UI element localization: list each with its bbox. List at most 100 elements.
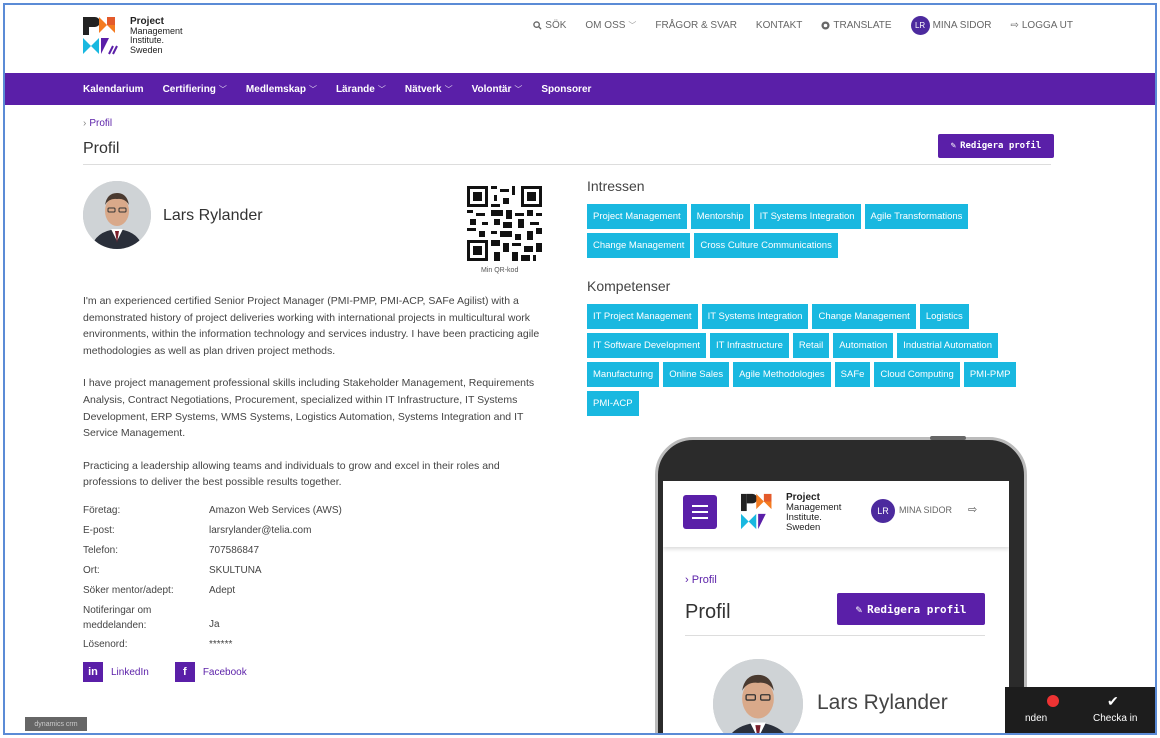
linkedin-link[interactable]: LinkedIn bbox=[111, 667, 149, 678]
bottom-action-bar: nden ✔ Checka in bbox=[1005, 687, 1155, 733]
tag[interactable]: SAFe bbox=[834, 362, 871, 387]
tag[interactable]: Change Management bbox=[587, 233, 691, 258]
facebook-icon[interactable]: f bbox=[174, 662, 195, 682]
nav-label: Sponsorer bbox=[541, 83, 592, 95]
facebook-link[interactable]: Facebook bbox=[203, 667, 247, 678]
tag[interactable]: IT Systems Integration bbox=[701, 304, 809, 329]
chevron-right-icon: › bbox=[685, 574, 692, 586]
logout-link[interactable]: ⇨ LOGGA UT bbox=[1010, 20, 1073, 31]
breadcrumb-label: Profil bbox=[691, 574, 717, 586]
chevron-down-icon: ﹀ bbox=[444, 84, 453, 94]
tag[interactable]: PMI-ACP bbox=[587, 391, 639, 416]
phone-breadcrumb[interactable]: › Profil bbox=[685, 574, 717, 586]
phone-screen: Project Management Institute. Sweden LR … bbox=[663, 481, 1009, 733]
pencil-icon: ✎ bbox=[855, 602, 863, 616]
detail-value: Amazon Web Services (AWS) bbox=[209, 505, 342, 516]
tag[interactable]: IT Project Management bbox=[587, 304, 698, 329]
tag[interactable]: Automation bbox=[833, 333, 894, 358]
nav-sponsorer[interactable]: Sponsorer bbox=[541, 84, 591, 95]
bio-paragraph: I have project management professional s… bbox=[83, 377, 535, 440]
notifications-label[interactable]: nden bbox=[1025, 713, 1047, 724]
person-portrait-icon bbox=[83, 181, 151, 249]
breadcrumb-label: Profil bbox=[89, 118, 113, 129]
logout-icon: ⇨ bbox=[1010, 20, 1019, 31]
nav-label: Volontär bbox=[471, 83, 512, 95]
tag[interactable]: Cloud Computing bbox=[874, 362, 960, 387]
edit-profile-button[interactable]: ✎ Redigera profil bbox=[938, 134, 1054, 158]
chevron-down-icon: ﹀ bbox=[377, 84, 386, 94]
phone-edit-profile-button[interactable]: ✎ Redigera profil bbox=[837, 593, 985, 625]
browser-frame: Project Management Institute. Sweden SÖK… bbox=[3, 3, 1157, 735]
notification-badge bbox=[1047, 695, 1059, 707]
avatar[interactable]: LR bbox=[871, 499, 895, 523]
chevron-down-icon: ﹀ bbox=[514, 84, 523, 94]
edit-profile-label: Redigera profil bbox=[867, 602, 967, 616]
detail-value: SKULTUNA bbox=[209, 565, 262, 576]
tag[interactable]: Agile Methodologies bbox=[733, 362, 831, 387]
breadcrumb[interactable]: › Profil bbox=[83, 118, 112, 129]
faq-link[interactable]: FRÅGOR & SVAR bbox=[655, 20, 737, 31]
detail-key: Lösenord: bbox=[83, 639, 128, 650]
tag[interactable]: Mentorship bbox=[690, 204, 750, 229]
nav-larande[interactable]: Lärande ﹀ bbox=[336, 84, 386, 95]
social-links: in LinkedIn f Facebook bbox=[83, 662, 247, 682]
detail-value[interactable]: larsrylander@telia.com bbox=[209, 521, 311, 541]
detail-key: Söker mentor/adept: bbox=[83, 585, 174, 596]
logo-text: Project Management Institute. Sweden bbox=[786, 492, 842, 533]
tag[interactable]: IT Infrastructure bbox=[710, 333, 789, 358]
detail-key: Ort: bbox=[83, 565, 100, 576]
nav-volontar[interactable]: Volontär ﹀ bbox=[472, 84, 523, 95]
check-in-button[interactable]: Checka in bbox=[1093, 713, 1137, 724]
profile-photo bbox=[83, 181, 151, 249]
nav-kalendarium[interactable]: Kalendarium bbox=[83, 84, 144, 95]
contact-link[interactable]: KONTAKT bbox=[756, 20, 802, 31]
hamburger-menu-icon[interactable] bbox=[683, 495, 717, 529]
detail-row-city: Ort: SKULTUNA bbox=[83, 561, 342, 581]
phone-profile-photo bbox=[713, 659, 803, 733]
tag[interactable]: IT Software Development bbox=[587, 333, 707, 358]
about-menu[interactable]: OM OSS ﹀ bbox=[585, 20, 636, 31]
tag[interactable]: Change Management bbox=[812, 304, 916, 329]
tag[interactable]: IT Systems Integration bbox=[753, 204, 861, 229]
phone-profile-name: Lars Rylander bbox=[817, 691, 948, 714]
pmi-logo[interactable]: Project Management Institute. Sweden bbox=[83, 17, 183, 55]
nav-medlemskap[interactable]: Medlemskap ﹀ bbox=[246, 84, 317, 95]
chevron-down-icon: ﹀ bbox=[218, 84, 227, 94]
profile-name: Lars Rylander bbox=[163, 207, 263, 224]
detail-key: Telefon: bbox=[83, 545, 119, 556]
search-link[interactable]: SÖK bbox=[533, 20, 566, 31]
chevron-right-icon: › bbox=[83, 118, 87, 129]
divider bbox=[685, 635, 985, 636]
chevron-down-icon: ﹀ bbox=[308, 84, 317, 94]
tag[interactable]: Agile Transformations bbox=[864, 204, 969, 229]
my-pages-link[interactable]: LR MINA SIDOR bbox=[910, 16, 992, 35]
qr-code-icon[interactable] bbox=[467, 186, 542, 261]
my-pages-label: MINA SIDOR bbox=[932, 20, 992, 31]
logo-text: Project Management Institute. Sweden bbox=[130, 16, 183, 55]
detail-row-phone: Telefon: 707586847 bbox=[83, 541, 342, 561]
nav-natverk[interactable]: Nätverk ﹀ bbox=[405, 84, 453, 95]
tag[interactable]: PMI-PMP bbox=[963, 362, 1017, 387]
tag[interactable]: Project Management bbox=[587, 204, 687, 229]
tag[interactable]: Cross Culture Communications bbox=[694, 233, 838, 258]
pmi-logo-icon bbox=[83, 17, 118, 55]
detail-key: Notiferingar om meddelanden: bbox=[83, 605, 152, 631]
competences-title: Kompetenser bbox=[587, 278, 671, 294]
detail-row-password: Lösenord: ****** bbox=[83, 635, 342, 655]
tag[interactable]: Retail bbox=[792, 333, 830, 358]
tag[interactable]: Industrial Automation bbox=[897, 333, 998, 358]
phone-pmi-logo[interactable]: Project Management Institute. Sweden bbox=[741, 493, 841, 533]
detail-key: E-post: bbox=[83, 525, 115, 536]
logout-icon[interactable]: ⇨ bbox=[968, 503, 977, 516]
interests-tags: Project Management Mentorship IT Systems I… bbox=[587, 204, 1027, 258]
linkedin-icon[interactable]: in bbox=[83, 662, 103, 682]
tag[interactable]: Manufacturing bbox=[587, 362, 660, 387]
translate-link[interactable]: TRANSLATE bbox=[821, 20, 892, 31]
search-label: SÖK bbox=[545, 20, 567, 31]
tag[interactable]: Online Sales bbox=[663, 362, 730, 387]
bio-paragraph: I'm an experienced certified Senior Proj… bbox=[83, 295, 540, 357]
tag[interactable]: Logistics bbox=[919, 304, 969, 329]
my-pages-label[interactable]: MINA SIDOR bbox=[899, 505, 952, 515]
profile-bio: I'm an experienced certified Senior Proj… bbox=[83, 293, 551, 507]
nav-certifiering[interactable]: Certifiering ﹀ bbox=[163, 84, 227, 95]
